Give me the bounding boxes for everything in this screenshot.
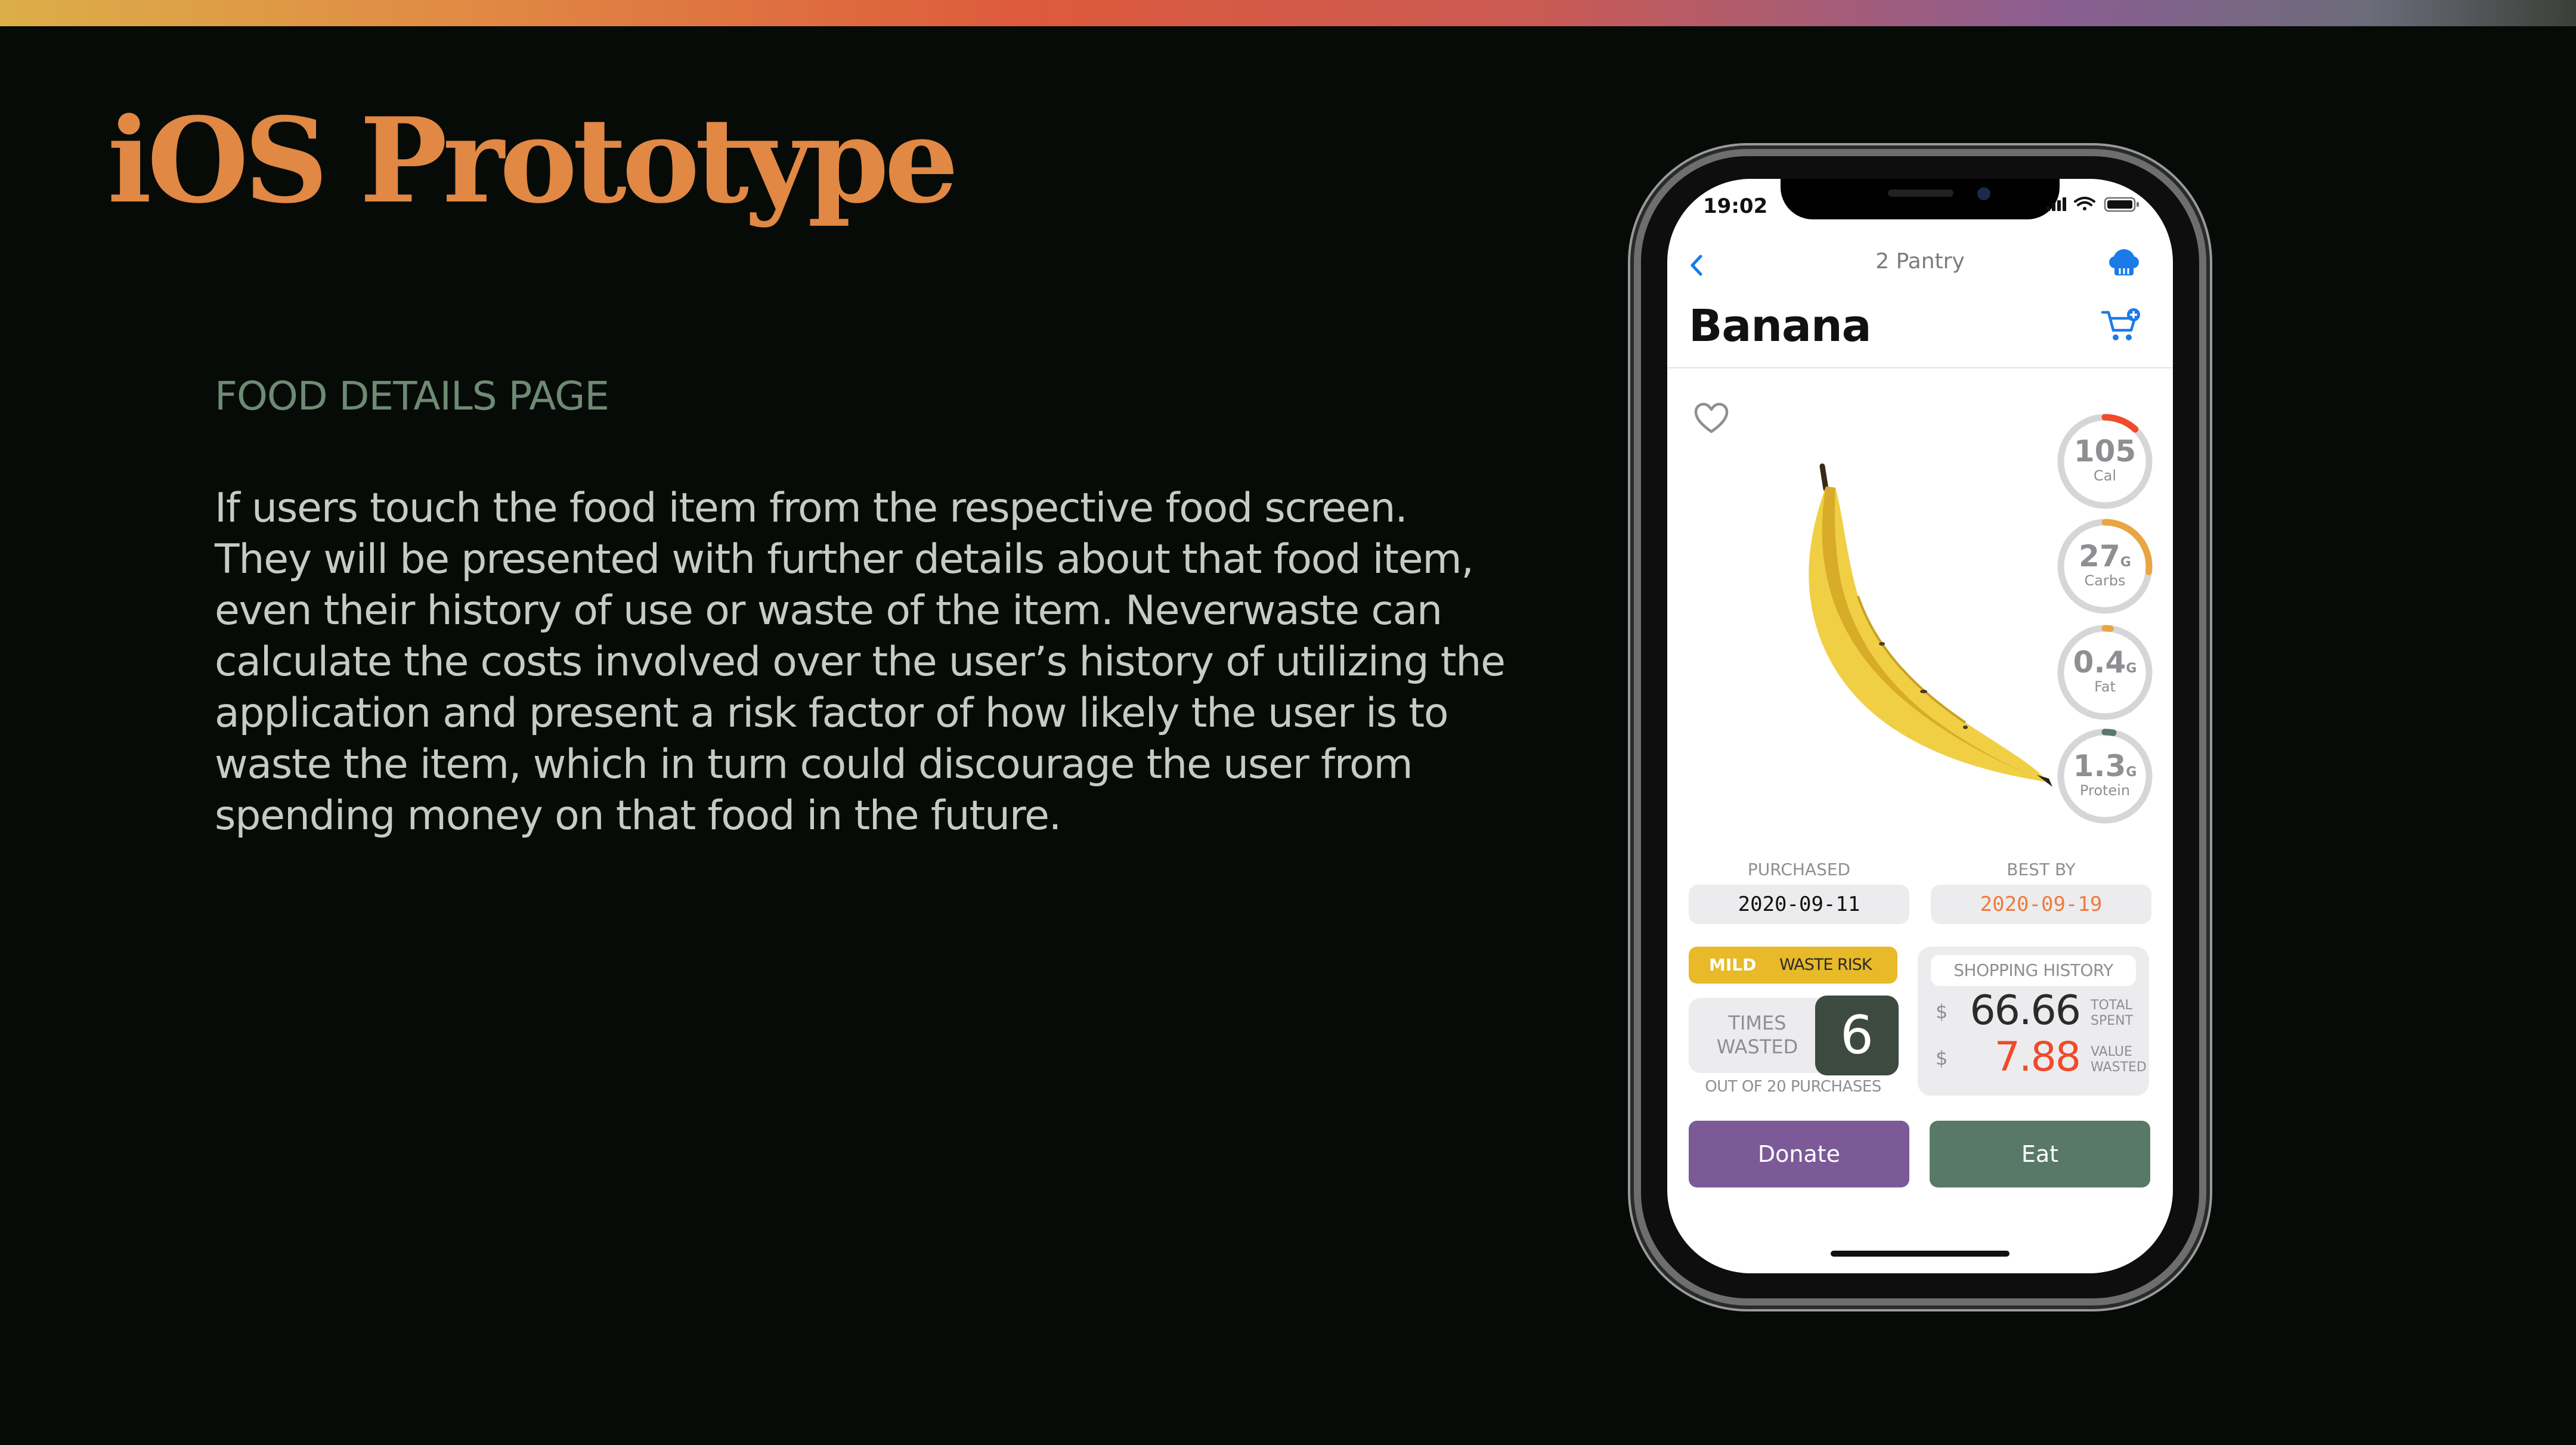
- ring-value: 27G: [2079, 539, 2131, 573]
- slide-title: iOS Prototype: [107, 92, 959, 230]
- ring-label: Carbs: [2084, 572, 2126, 589]
- times-wasted-card: TIMES WASTED 6: [1689, 996, 1899, 1075]
- shopping-history-title: SHOPPING HISTORY: [1931, 955, 2136, 986]
- home-indicator[interactable]: [1831, 1251, 2010, 1257]
- wifi-icon: [2074, 197, 2095, 210]
- total-spent-label: TOTAL SPENT: [2091, 998, 2134, 1028]
- banana-image: [1787, 453, 2061, 799]
- ring-label: Protein: [2079, 782, 2131, 799]
- value-wasted: 7.88: [1994, 1034, 2081, 1081]
- page-title: Banana: [1689, 300, 1872, 352]
- gradient-top-bar: [0, 0, 2576, 26]
- times-wasted-count: 6: [1815, 996, 1899, 1075]
- nav-divider: [1667, 367, 2173, 368]
- nav-title: 2 Pantry: [1875, 249, 1965, 274]
- times-wasted-label: TIMES WASTED: [1716, 1012, 1798, 1058]
- waste-risk-badge: MILD WASTE RISK: [1689, 947, 1897, 984]
- purchased-label: PURCHASED: [1747, 860, 1851, 879]
- total-spent: 66.66: [1970, 987, 2081, 1034]
- out-of-purchases: OUT OF 20 PURCHASES: [1705, 1078, 1881, 1096]
- nutrition-ring-protein: 1.3G Protein: [2055, 726, 2155, 826]
- waste-risk-label: WASTE RISK: [1779, 956, 1872, 974]
- ring-value: 0.4G: [2073, 645, 2137, 680]
- waste-risk-level: MILD: [1709, 955, 1757, 975]
- status-time: 19:02: [1703, 194, 1768, 218]
- purchased-date: 2020-09-11: [1689, 885, 1909, 924]
- best-by-date: 2020-09-19: [1931, 885, 2151, 924]
- best-by-label: BEST BY: [2007, 860, 2076, 879]
- chef-hat-icon[interactable]: [2106, 246, 2142, 281]
- ring-value: 1.3G: [2073, 749, 2137, 783]
- signal-icon: [2046, 197, 2066, 211]
- ring-label: Fat: [2094, 678, 2116, 695]
- phone-notch: [1781, 179, 2060, 219]
- ring-value: 105: [2073, 434, 2137, 469]
- front-camera: [1977, 187, 1990, 200]
- status-icons: [2046, 196, 2142, 212]
- cart-add-icon[interactable]: [2100, 306, 2142, 345]
- donate-button[interactable]: Donate: [1689, 1121, 1909, 1187]
- heart-icon[interactable]: [1693, 402, 1729, 435]
- value-wasted-label: VALUE WASTED: [2091, 1044, 2147, 1075]
- currency-symbol: $: [1936, 1047, 1948, 1069]
- shopping-history-card: SHOPPING HISTORY $ 66.66 TOTAL SPENT $ 7…: [1918, 947, 2149, 1096]
- ring-label: Cal: [2093, 467, 2117, 484]
- nutrition-ring-fat: 0.4G Fat: [2055, 622, 2155, 722]
- description-text: If users touch the food item from the re…: [215, 485, 1506, 839]
- nutrition-ring-calories: 105 Cal: [2055, 411, 2155, 511]
- battery-icon: [2104, 197, 2139, 212]
- currency-symbol: $: [1936, 1000, 1948, 1023]
- eat-button[interactable]: Eat: [1930, 1121, 2150, 1187]
- phone-screen: 19:02 2 Pantry Banana 105 Cal 27G Carbs …: [1667, 179, 2173, 1273]
- nutrition-ring-carbs: 27G Carbs: [2055, 516, 2155, 616]
- section-heading: FOOD DETAILS PAGE: [215, 373, 609, 419]
- speaker-grille: [1888, 190, 1953, 197]
